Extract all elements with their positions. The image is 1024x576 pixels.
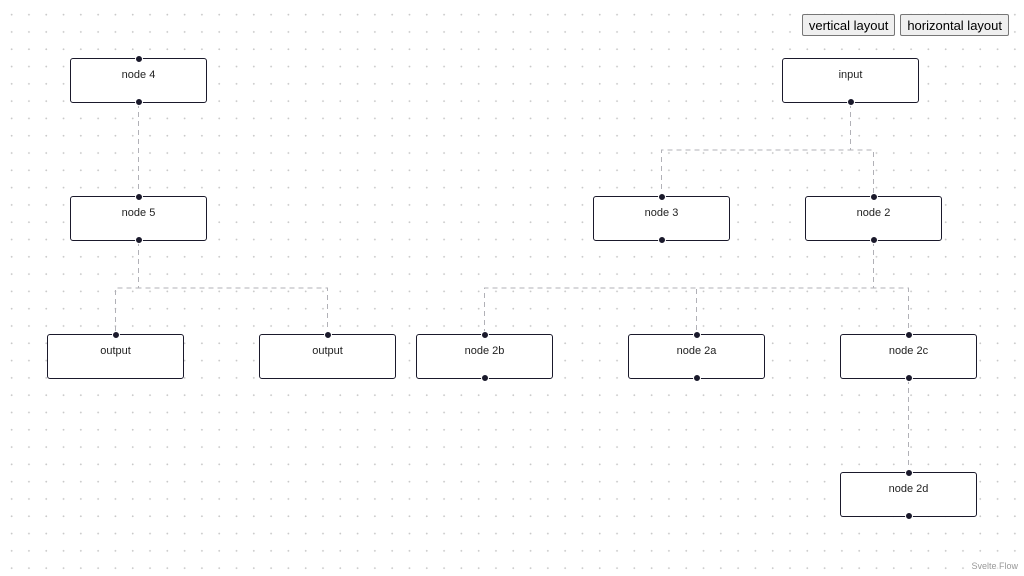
node-2a[interactable]: node 2a — [628, 331, 765, 382]
attribution-link[interactable]: Svelte Flow — [969, 560, 1020, 572]
node-label: input — [838, 69, 863, 81]
flow-canvas[interactable]: node 4 node 5 output output input node 3… — [0, 0, 1024, 576]
edge-5-output-1[interactable] — [115, 241, 139, 334]
vertical-layout-button[interactable]: vertical layout — [801, 14, 896, 36]
node-2c[interactable]: node 2c — [840, 331, 977, 382]
target-handle[interactable] — [657, 193, 666, 201]
edge-5-output-2[interactable] — [138, 241, 328, 334]
target-handle[interactable] — [869, 193, 878, 201]
source-handle[interactable] — [904, 512, 913, 520]
target-handle[interactable] — [692, 331, 701, 339]
node-output-2[interactable]: output — [259, 331, 396, 379]
horizontal-layout-button[interactable]: horizontal layout — [900, 14, 1009, 36]
target-handle[interactable] — [480, 331, 489, 339]
target-handle[interactable] — [904, 331, 913, 339]
edge-2-2c[interactable] — [873, 241, 909, 334]
edge-2-2a[interactable] — [696, 241, 874, 334]
target-handle[interactable] — [134, 193, 143, 201]
layout-panel: vertical layout horizontal layout — [801, 14, 1009, 36]
target-handle[interactable] — [111, 331, 120, 339]
source-handle[interactable] — [134, 98, 143, 106]
source-handle[interactable] — [480, 374, 489, 382]
node-2d[interactable]: node 2d — [840, 469, 977, 520]
node-2[interactable]: node 2 — [805, 193, 942, 244]
edge-input-3[interactable] — [661, 103, 851, 196]
source-handle[interactable] — [692, 374, 701, 382]
source-handle[interactable] — [904, 374, 913, 382]
node-input[interactable]: input — [782, 58, 919, 106]
source-handle[interactable] — [846, 98, 855, 106]
source-handle[interactable] — [657, 236, 666, 244]
edge-input-2[interactable] — [850, 103, 874, 196]
edge-2-2b[interactable] — [484, 241, 874, 334]
target-handle[interactable] — [904, 469, 913, 477]
node-3[interactable]: node 3 — [593, 193, 730, 244]
node-output-1[interactable]: output — [47, 331, 184, 379]
source-handle[interactable] — [134, 236, 143, 244]
source-handle[interactable] — [869, 236, 878, 244]
target-handle[interactable] — [323, 331, 332, 339]
node-5[interactable]: node 5 — [70, 193, 207, 244]
node-2b[interactable]: node 2b — [416, 331, 553, 382]
target-handle[interactable] — [134, 55, 143, 63]
node-4[interactable]: node 4 — [70, 55, 207, 106]
